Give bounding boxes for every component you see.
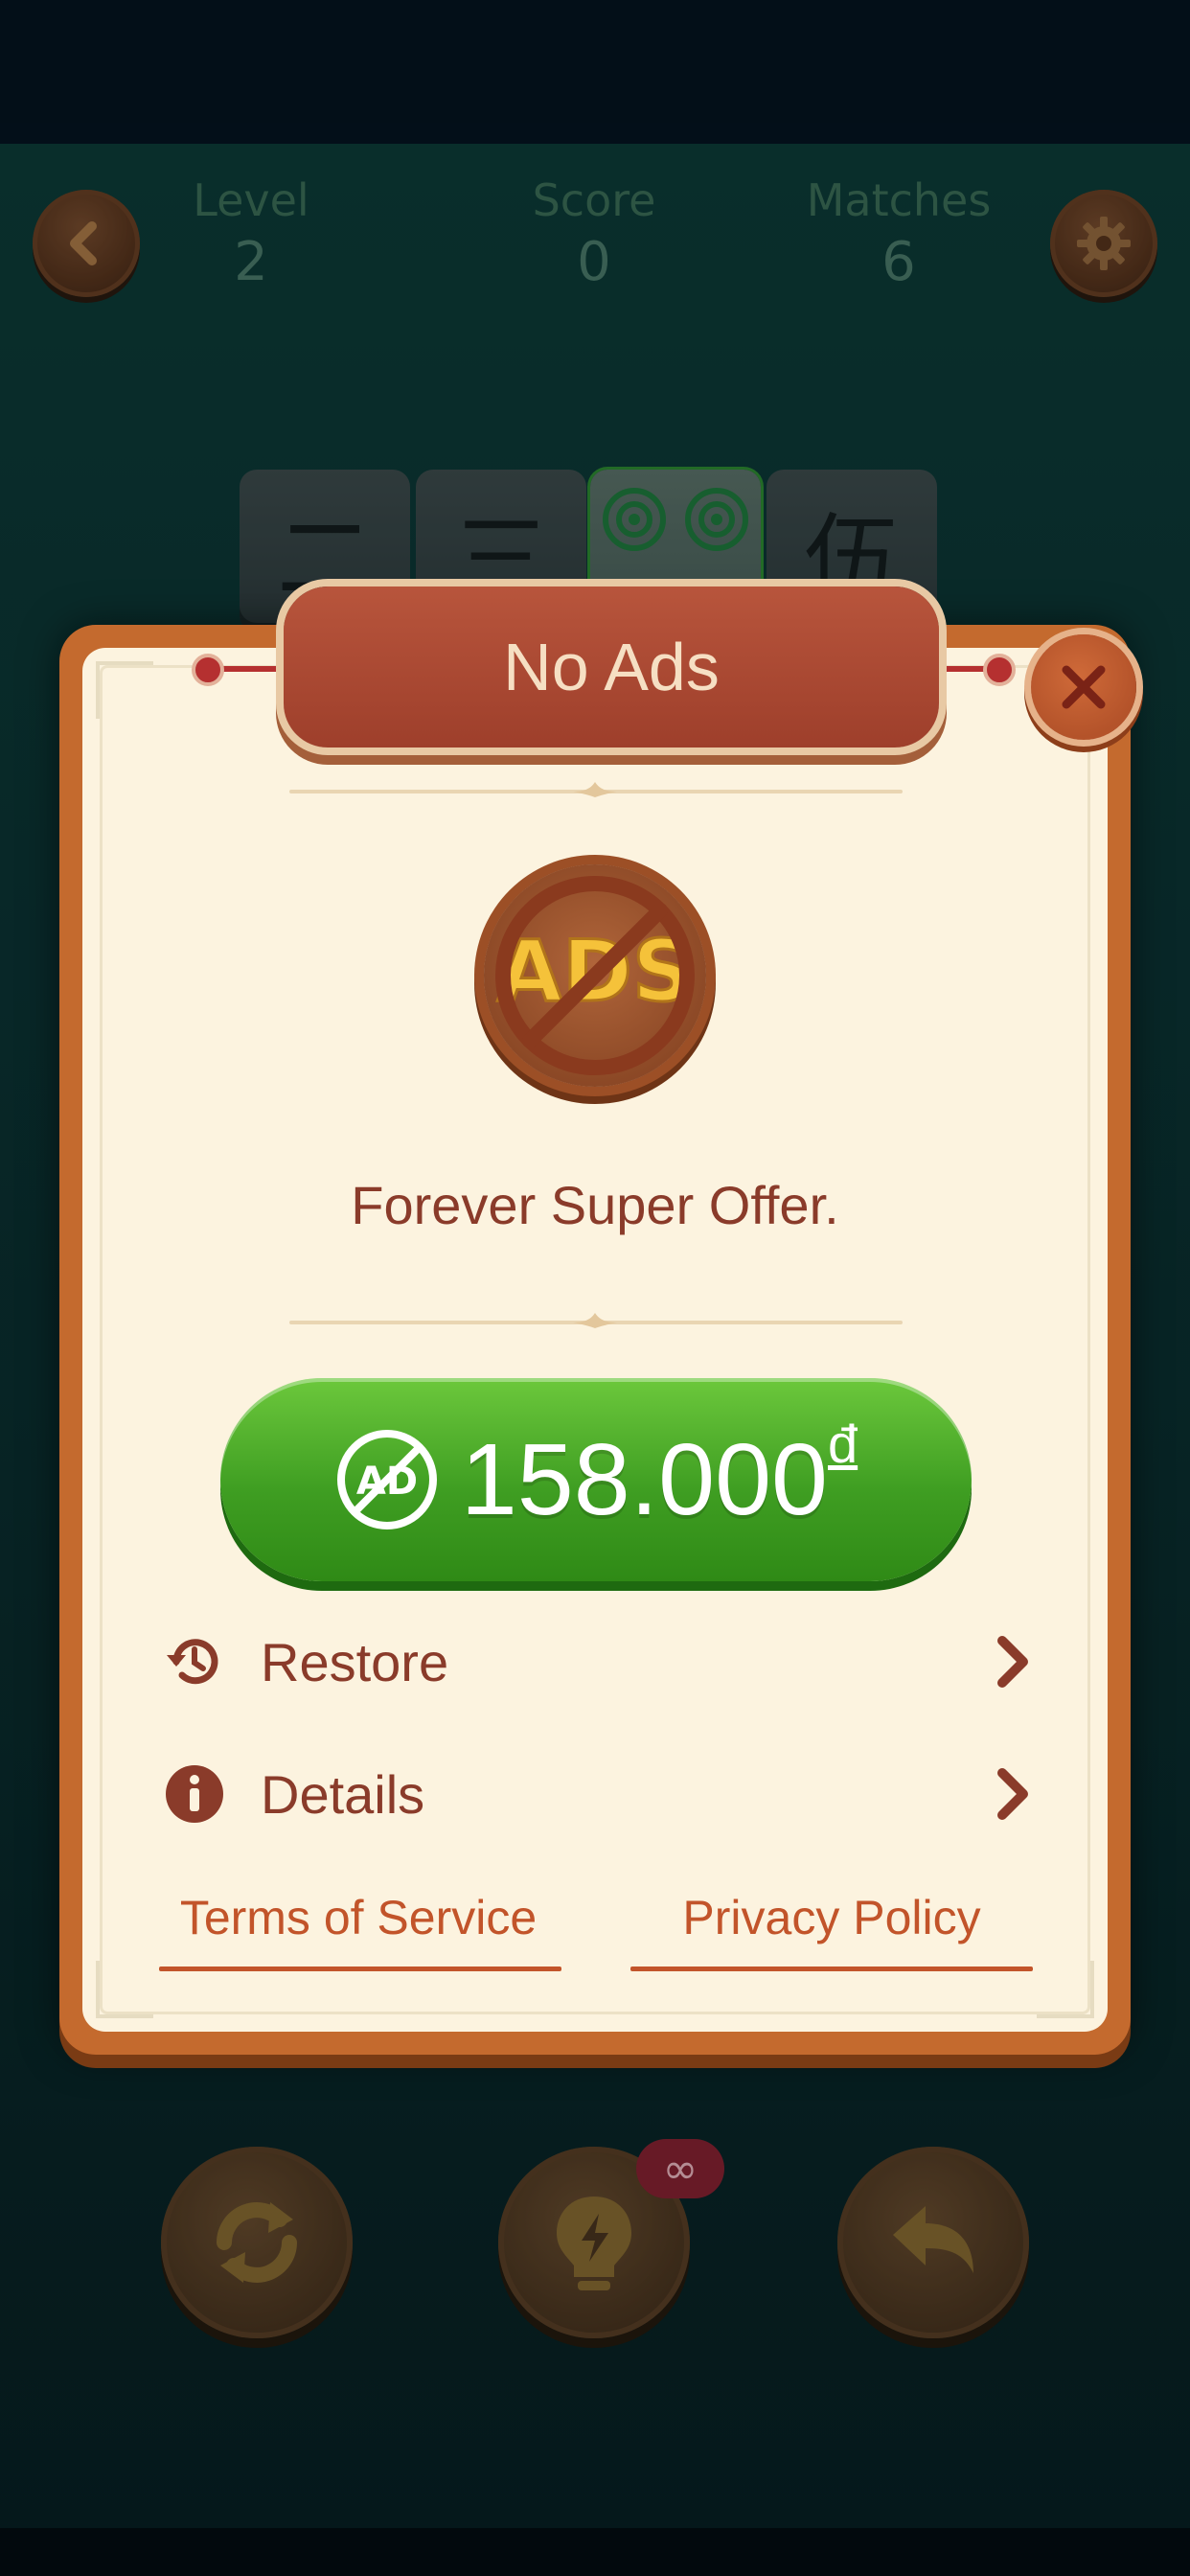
chevron-right-icon — [997, 1768, 1028, 1820]
close-button[interactable] — [1031, 634, 1136, 740]
currency-symbol: đ — [828, 1414, 858, 1474]
restore-row[interactable]: Restore — [163, 1623, 1035, 1700]
rope-knot-right — [983, 654, 1016, 686]
corner-ornament — [96, 1961, 153, 2018]
divider-ornament-icon — [573, 782, 617, 797]
price-label: 158.000 — [460, 1422, 828, 1536]
no-ads-dialog — [59, 625, 1131, 2055]
corner-ornament — [96, 661, 153, 719]
info-icon — [166, 1765, 223, 1823]
history-icon — [167, 1639, 218, 1685]
title-plaque: No Ads — [284, 586, 939, 748]
close-icon — [1062, 665, 1106, 709]
privacy-policy-link[interactable]: Privacy Policy — [629, 1890, 1035, 1945]
purchase-button[interactable]: AD 158.000 đ — [220, 1378, 972, 1581]
restore-label: Restore — [261, 1631, 449, 1692]
terms-of-service-link[interactable]: Terms of Service — [155, 1890, 561, 1945]
offer-subtitle: Forever Super Offer. — [351, 1175, 839, 1235]
purchase-button-content: AD 158.000 đ — [220, 1378, 972, 1581]
no-ad-icon: AD — [336, 1430, 437, 1530]
privacy-underline — [630, 1966, 1033, 1971]
terms-underline — [159, 1966, 561, 1971]
divider-ornament-icon — [573, 1313, 617, 1328]
no-ads-icon: ADS — [495, 876, 695, 1075]
details-label: Details — [261, 1763, 425, 1825]
dialog-title: No Ads — [503, 630, 720, 704]
chevron-right-icon — [997, 1636, 1028, 1688]
details-row[interactable]: Details — [163, 1756, 1035, 1832]
corner-ornament — [1037, 1961, 1094, 2018]
no-ads-badge: ADS — [484, 864, 706, 1087]
rope-knot-left — [192, 654, 224, 686]
